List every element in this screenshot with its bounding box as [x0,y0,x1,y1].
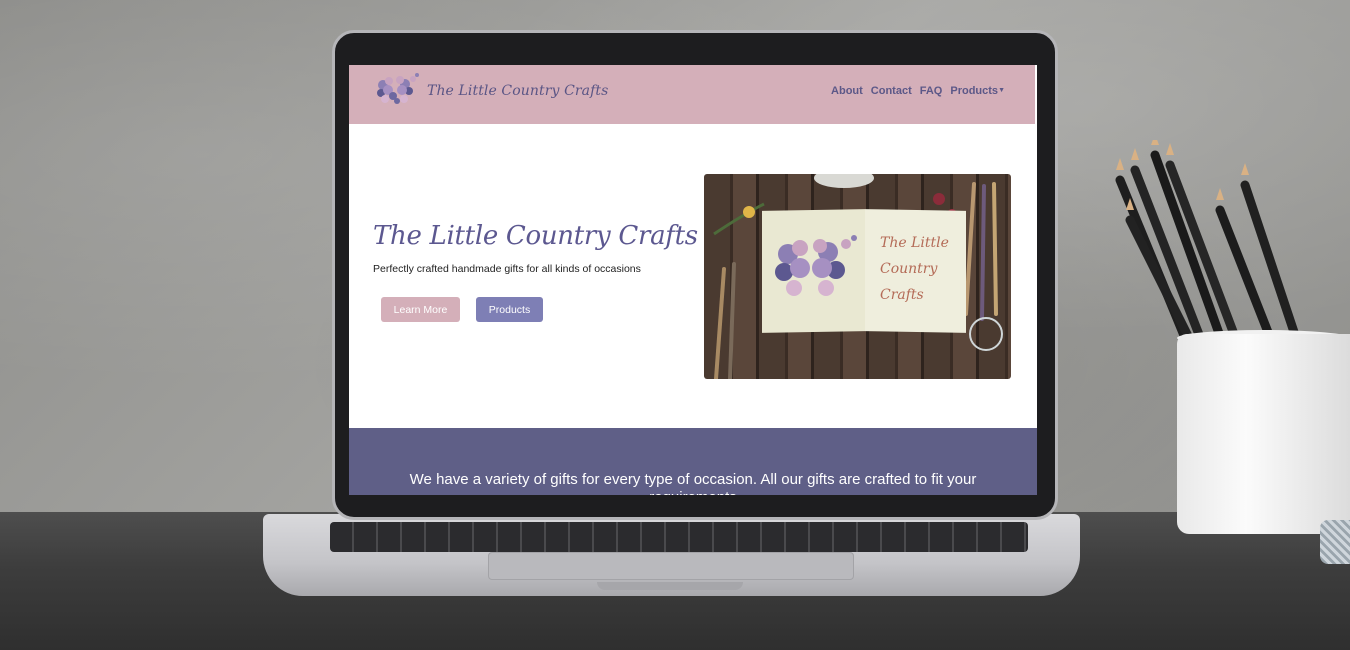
brand[interactable]: The Little Country Crafts [373,71,608,111]
sketchbook-script: The Little Country Crafts [880,230,970,308]
nav-contact[interactable]: Contact [871,85,912,97]
laptop-trackpad [488,552,854,580]
butterfly-drawing-icon [775,235,857,296]
pencils-illustration [1115,140,1305,350]
notebook-spiral [1320,520,1350,564]
sketchbook-script-line2: Country Crafts [880,261,938,303]
hero-title: The Little Country Crafts [373,221,698,251]
chevron-down-icon: ▼ [998,87,1005,94]
sketchbook-script-line1: The Little [880,235,949,251]
info-band-text: We have a variety of gifts for every typ… [409,471,977,495]
brand-name: The Little Country Crafts [427,83,609,99]
laptop-screen: The Little Country Crafts About Contact … [349,65,1037,495]
nav-products-dropdown[interactable]: Products▼ [950,85,1005,97]
nav-about[interactable]: About [831,85,863,97]
pencil-cup [1177,334,1350,534]
products-button[interactable]: Products [476,297,543,322]
sketchbook: The Little Country Crafts [762,209,970,336]
nav-products-label: Products [950,85,999,97]
nav-faq[interactable]: FAQ [920,85,943,97]
laptop-notch [597,582,743,590]
butterfly-sketchbook-image: The Little Country Crafts [704,174,1011,379]
butterfly-logo-icon [377,73,419,104]
learn-more-button[interactable]: Learn More [381,297,460,322]
nav-links: About Contact FAQ Products▼ [831,85,1005,97]
hero-subtitle: Perfectly crafted handmade gifts for all… [373,263,641,275]
navbar: The Little Country Crafts About Contact … [349,65,1035,124]
laptop-keyboard [330,522,1028,552]
